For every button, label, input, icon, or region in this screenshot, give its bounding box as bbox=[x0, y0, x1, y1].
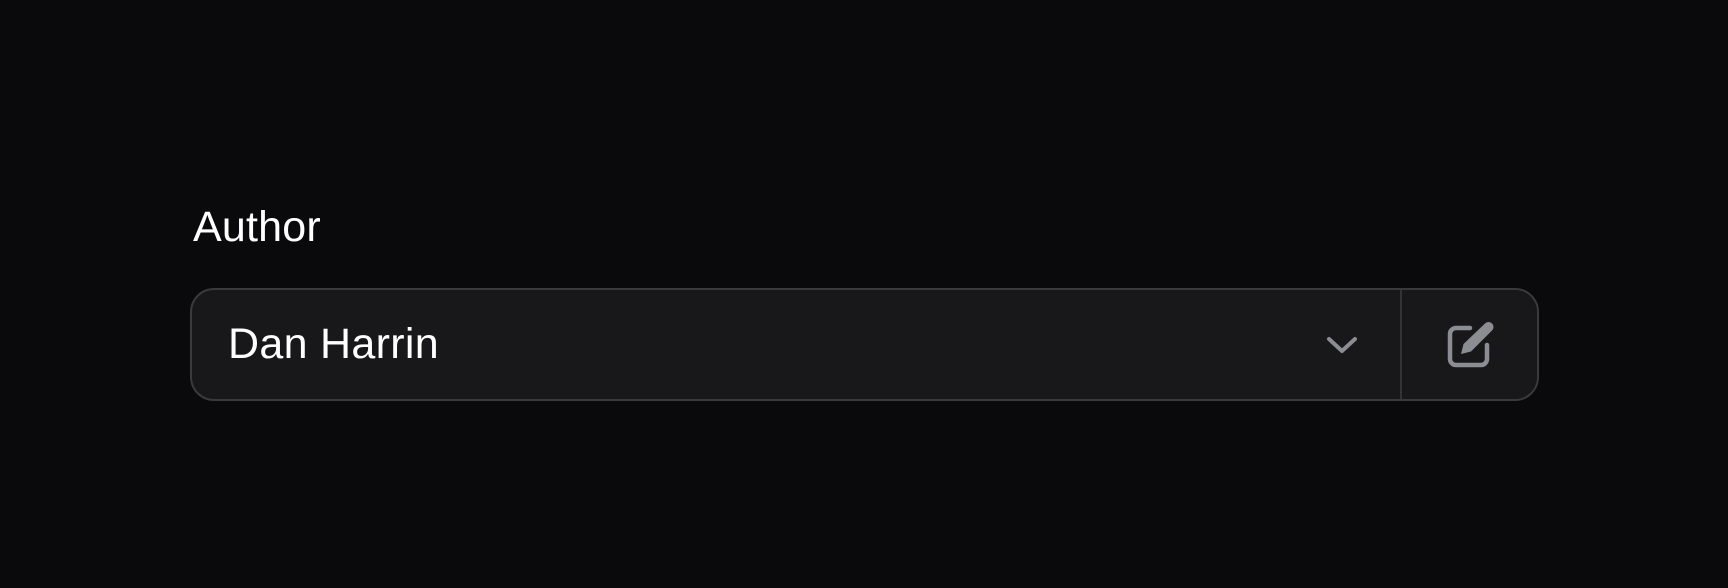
edit-author-button[interactable] bbox=[1400, 290, 1537, 399]
author-input-group: Dan Harrin bbox=[190, 288, 1539, 401]
pencil-square-icon bbox=[1447, 321, 1493, 367]
author-selected-value: Dan Harrin bbox=[228, 320, 439, 368]
author-select[interactable]: Dan Harrin bbox=[192, 290, 1400, 399]
author-label: Author bbox=[193, 203, 321, 251]
author-field: Author Dan Harrin bbox=[190, 202, 1539, 401]
chevron-down-icon bbox=[1327, 336, 1357, 353]
